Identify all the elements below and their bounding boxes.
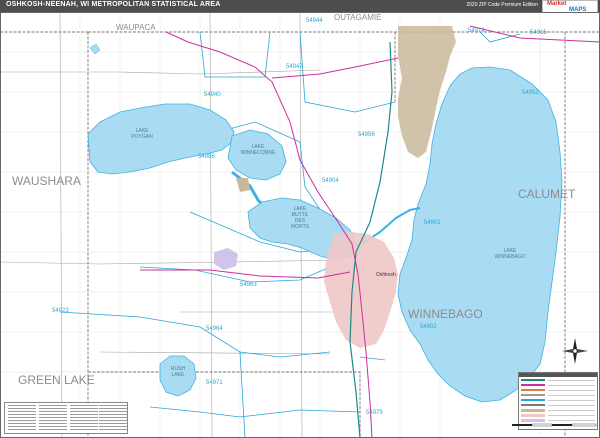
zip-label: 54923 xyxy=(52,308,69,314)
lake-label-rush: RUSH LAKE xyxy=(171,366,186,378)
zip-label: 54944 xyxy=(306,18,323,24)
zip-label: 54986 xyxy=(198,154,215,160)
edition-label: 2020 ZIP Code Premium Edition xyxy=(466,2,538,8)
map-label: LAKE xyxy=(172,372,185,378)
map-label: WINNEBAGO xyxy=(494,254,525,260)
index-column xyxy=(99,405,127,432)
legend-header xyxy=(519,373,597,377)
index-column xyxy=(70,405,98,432)
zip-label: 54904 xyxy=(322,178,339,184)
county-label-green-lake: GREEN LAKE xyxy=(18,373,95,387)
zip-label: 54902 xyxy=(420,324,437,330)
legend-row xyxy=(521,393,595,397)
county-label-calumet: CALUMET xyxy=(518,187,576,201)
county-label-outagamie: OUTAGAMIE xyxy=(334,13,381,22)
zip-label: 54915 xyxy=(530,30,547,36)
county-label-waushara: WAUSHARA xyxy=(12,174,81,188)
map-poster: OSHKOSH-NEENAH, WI METROPOLITAN STATISTI… xyxy=(0,0,600,438)
map-label: POYGAN xyxy=(131,134,153,140)
scale-bar xyxy=(512,423,597,427)
county-label-winnebago: WINNEBAGO xyxy=(408,307,483,321)
map-title: OSHKOSH-NEENAH, WI METROPOLITAN STATISTI… xyxy=(6,1,221,8)
map-canvas: WAUSHARA CALUMET WINNEBAGO GREEN LAKE WA… xyxy=(0,12,600,438)
legend-row xyxy=(521,408,595,412)
logo-text-market: Market xyxy=(547,1,567,7)
legend-row xyxy=(521,388,595,392)
legend-row xyxy=(521,398,595,402)
map-label: WINNECONNE xyxy=(241,150,276,156)
zip-label: 54964 xyxy=(206,326,223,332)
index-column xyxy=(8,405,36,432)
legend-row xyxy=(521,383,595,387)
zip-label: 54952 xyxy=(522,90,539,96)
compass-rose-icon xyxy=(562,338,588,364)
county-label-waupaca: WAUPACA xyxy=(116,23,156,32)
zip-label: 54956 xyxy=(358,132,375,138)
zip-label: 54947 xyxy=(286,64,303,70)
zip-label: 54963 xyxy=(240,282,257,288)
zip-label: 54940 xyxy=(204,92,221,98)
zip-label: 54901 xyxy=(424,220,441,226)
legend-row xyxy=(521,413,595,417)
zip-label: 54971 xyxy=(206,380,223,386)
place-index-table xyxy=(4,402,128,434)
legend-row xyxy=(521,403,595,407)
zip-label: 54914 xyxy=(468,28,485,34)
legend-row xyxy=(521,378,595,382)
map-label: MORTS xyxy=(291,224,310,230)
city-label-oshkosh: Oshkosh xyxy=(376,272,396,278)
title-bar: OSHKOSH-NEENAH, WI METROPOLITAN STATISTI… xyxy=(0,0,600,12)
index-column xyxy=(39,405,67,432)
zip-label: 54979 xyxy=(366,410,383,416)
